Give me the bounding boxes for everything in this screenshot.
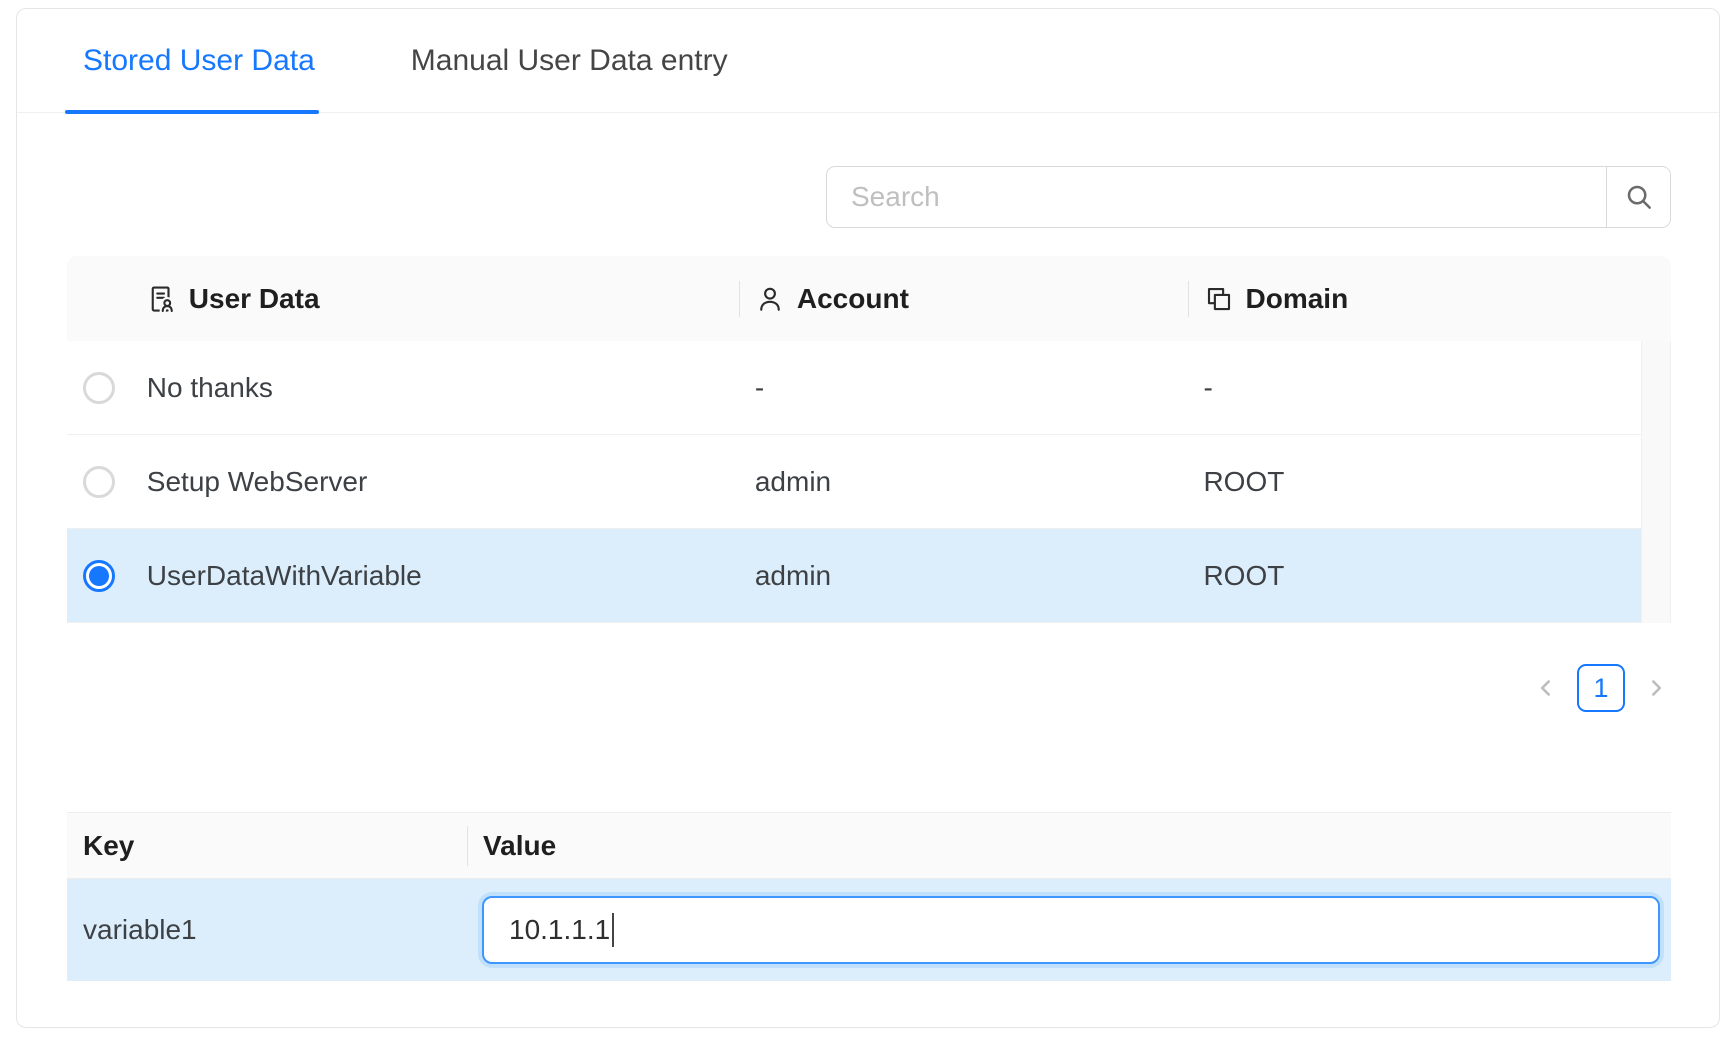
cell-user-data: No thanks: [131, 372, 739, 404]
stored-user-data-table: User Data Account: [67, 256, 1671, 623]
column-header-account: Account: [739, 256, 1188, 341]
search-row: [67, 166, 1671, 228]
table-row-userdatawithvariable[interactable]: UserDataWithVariable admin ROOT: [67, 529, 1641, 623]
variables-table: Key Value variable1 10.1.1.1: [67, 812, 1671, 981]
search-icon: [1623, 181, 1655, 213]
variable-value-cell: 10.1.1.1: [467, 896, 1671, 964]
scrollbar-gutter-header: [1641, 256, 1671, 341]
prev-page-button[interactable]: [1531, 673, 1561, 703]
chevron-left-icon: [1533, 675, 1559, 701]
cell-domain: ROOT: [1187, 560, 1641, 592]
tab-manual-user-data-entry[interactable]: Manual User Data entry: [411, 9, 728, 112]
radio-button[interactable]: [83, 372, 115, 404]
table-header: User Data Account: [67, 256, 1671, 341]
next-page-button[interactable]: [1641, 673, 1671, 703]
column-label: User Data: [189, 283, 320, 315]
chevron-right-icon: [1643, 675, 1669, 701]
pagination: 1: [67, 664, 1671, 712]
cell-account: admin: [739, 466, 1188, 498]
variable-value-input[interactable]: 10.1.1.1: [482, 896, 1660, 964]
column-label: Account: [797, 283, 909, 315]
column-header-domain: Domain: [1188, 256, 1642, 341]
tab-bar: Stored User Data Manual User Data entry: [17, 9, 1719, 113]
variable-value-text: 10.1.1.1: [509, 914, 610, 946]
column-header-value: Value: [467, 813, 1671, 878]
search-button[interactable]: [1606, 167, 1670, 227]
table-row-no-thanks[interactable]: No thanks - -: [67, 341, 1641, 435]
variables-table-header: Key Value: [67, 812, 1671, 879]
radio-button-checked[interactable]: [83, 560, 115, 592]
variable-key: variable1: [67, 914, 467, 946]
page-1-button[interactable]: 1: [1577, 664, 1625, 712]
table-row-setup-webserver[interactable]: Setup WebServer admin ROOT: [67, 435, 1641, 529]
table-body: No thanks - - Setup WebServer admin ROOT…: [67, 341, 1671, 623]
search-group: [826, 166, 1671, 228]
user-data-document-icon: [147, 284, 177, 314]
column-header-user-data: User Data: [131, 256, 739, 341]
cell-domain: ROOT: [1187, 466, 1641, 498]
tab-label: Stored User Data: [83, 44, 315, 78]
cell-account: admin: [739, 560, 1188, 592]
cell-user-data: Setup WebServer: [131, 466, 739, 498]
tab-stored-user-data[interactable]: Stored User Data: [83, 9, 315, 112]
column-header-key: Key: [67, 813, 467, 878]
table-scrollbar-track[interactable]: [1641, 341, 1671, 623]
selection-column-header: [67, 256, 131, 341]
tab-label: Manual User Data entry: [411, 44, 728, 78]
cell-domain: -: [1187, 372, 1641, 404]
variable-row: variable1 10.1.1.1: [67, 879, 1671, 981]
tab-content: User Data Account: [17, 166, 1719, 981]
user-data-panel: Stored User Data Manual User Data entry: [16, 8, 1720, 1028]
column-label: Domain: [1246, 283, 1349, 315]
radio-button[interactable]: [83, 466, 115, 498]
cell-user-data: UserDataWithVariable: [131, 560, 739, 592]
account-person-icon: [755, 284, 785, 314]
text-cursor: [612, 913, 614, 947]
cell-account: -: [739, 372, 1188, 404]
search-input[interactable]: [827, 167, 1606, 227]
domain-block-icon: [1204, 284, 1234, 314]
